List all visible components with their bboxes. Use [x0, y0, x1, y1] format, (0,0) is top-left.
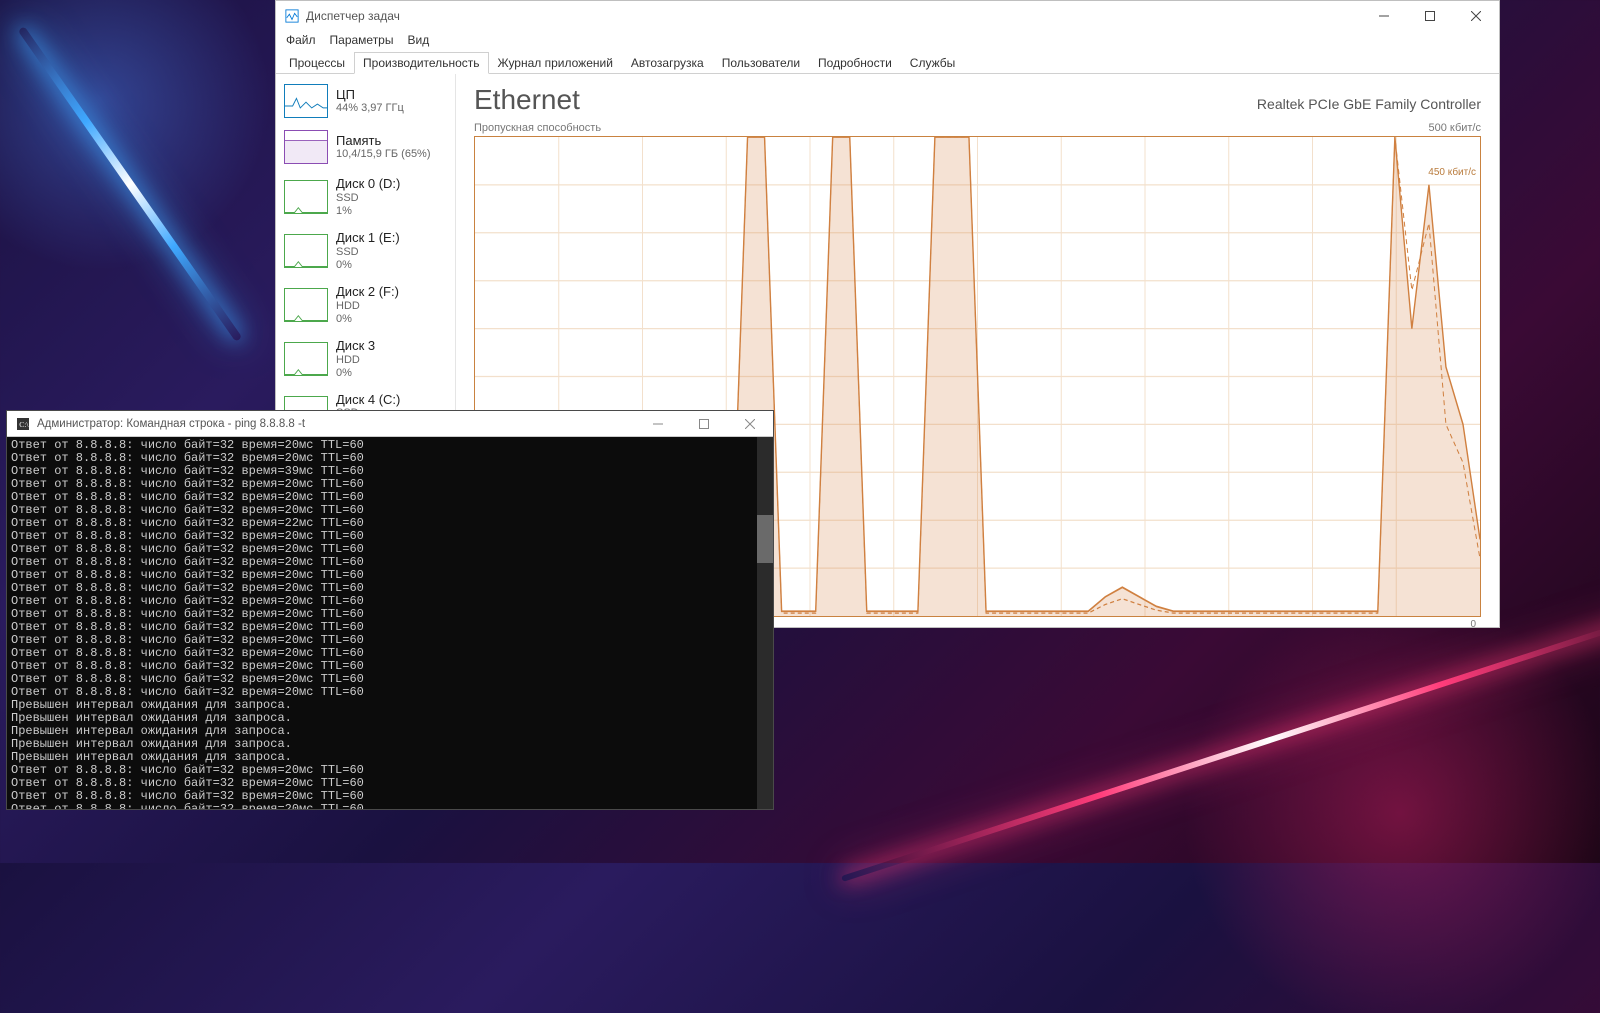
sidebar-item-sub2: 1%: [336, 205, 400, 218]
minimize-button[interactable]: [1361, 1, 1407, 31]
cmd-icon: C:\: [15, 416, 31, 432]
sidebar-item-sub: HDD: [336, 354, 375, 367]
sidebar-item-disk-4[interactable]: Диск 2 (F:)HDD0%: [276, 278, 455, 332]
sidebar-item-mem-1[interactable]: Память10,4/15,9 ГБ (65%): [276, 124, 455, 170]
taskmgr-titlebar[interactable]: Диспетчер задач: [276, 1, 1499, 31]
sidebar-thumb-icon: [284, 130, 328, 164]
cmd-title: Администратор: Командная строка - ping 8…: [37, 418, 635, 430]
sidebar-thumb-icon: [284, 234, 328, 268]
tab-performance[interactable]: Производительность: [354, 52, 488, 74]
wallpaper-glow: [1100, 613, 1600, 1013]
close-button[interactable]: [1453, 1, 1499, 31]
tab-startup[interactable]: Автозагрузка: [622, 52, 713, 74]
sidebar-thumb-icon: [284, 84, 328, 118]
cmd-line: Ответ от 8.8.8.8: число байт=32 время=20…: [11, 803, 769, 809]
sidebar-item-title: Диск 4 (C:): [336, 392, 400, 408]
tab-app-history[interactable]: Журнал приложений: [489, 52, 622, 74]
sidebar-item-sub: HDD: [336, 300, 399, 313]
sidebar-item-title: Диск 1 (E:): [336, 230, 400, 246]
cmd-scrollbar-track[interactable]: [757, 437, 773, 809]
cmd-titlebar[interactable]: C:\ Администратор: Командная строка - pi…: [7, 411, 773, 437]
tab-processes[interactable]: Процессы: [280, 52, 354, 74]
cmd-window: C:\ Администратор: Командная строка - pi…: [6, 410, 774, 810]
sidebar-item-sub2: 0%: [336, 259, 400, 272]
chart-caption: Пропускная способность: [474, 122, 601, 134]
menu-file[interactable]: Файл: [286, 33, 316, 47]
sidebar-item-title: Память: [336, 133, 431, 149]
menu-view[interactable]: Вид: [407, 33, 429, 47]
perf-title: Ethernet: [474, 84, 580, 116]
tab-users[interactable]: Пользователи: [713, 52, 809, 74]
maximize-button[interactable]: [1407, 1, 1453, 31]
taskmgr-tabs: Процессы Производительность Журнал прило…: [276, 51, 1499, 74]
sidebar-item-sub: SSD: [336, 246, 400, 259]
taskmgr-menubar: Файл Параметры Вид: [276, 31, 1499, 51]
chart-x-end: 0: [1470, 619, 1476, 627]
taskmgr-title: Диспетчер задач: [306, 9, 1361, 23]
sidebar-item-title: Диск 3: [336, 338, 375, 354]
menu-options[interactable]: Параметры: [330, 33, 394, 47]
sidebar-item-disk-2[interactable]: Диск 0 (D:)SSD1%: [276, 170, 455, 224]
taskmgr-icon: [284, 8, 300, 24]
sidebar-item-sub: SSD: [336, 192, 400, 205]
sidebar-thumb-icon: [284, 180, 328, 214]
chart-tick-label: 450 кбит/с: [1428, 167, 1476, 178]
close-button[interactable]: [727, 411, 773, 436]
sidebar-item-sub2: 0%: [336, 313, 399, 326]
cmd-scrollbar-thumb[interactable]: [757, 515, 773, 563]
sidebar-thumb-icon: [284, 342, 328, 376]
svg-text:C:\: C:\: [19, 420, 29, 429]
sidebar-item-disk-3[interactable]: Диск 1 (E:)SSD0%: [276, 224, 455, 278]
sidebar-thumb-icon: [284, 288, 328, 322]
cmd-output[interactable]: Ответ от 8.8.8.8: число байт=32 время=20…: [7, 437, 773, 809]
minimize-button[interactable]: [635, 411, 681, 436]
chart-scale: 500 кбит/с: [1428, 122, 1481, 134]
tab-details[interactable]: Подробности: [809, 52, 901, 74]
sidebar-item-sub: 10,4/15,9 ГБ (65%): [336, 148, 431, 161]
sidebar-item-cpu-0[interactable]: ЦП44% 3,97 ГГц: [276, 78, 455, 124]
sidebar-item-title: ЦП: [336, 87, 404, 103]
maximize-button[interactable]: [681, 411, 727, 436]
sidebar-item-sub2: 0%: [336, 367, 375, 380]
sidebar-item-sub: 44% 3,97 ГГц: [336, 102, 404, 115]
sidebar-item-disk-5[interactable]: Диск 3HDD0%: [276, 332, 455, 386]
wallpaper-glow: [0, 0, 300, 300]
sidebar-item-title: Диск 0 (D:): [336, 176, 400, 192]
adapter-name: Realtek PCIe GbE Family Controller: [1257, 96, 1481, 112]
sidebar-item-title: Диск 2 (F:): [336, 284, 399, 300]
tab-services[interactable]: Службы: [901, 52, 964, 74]
